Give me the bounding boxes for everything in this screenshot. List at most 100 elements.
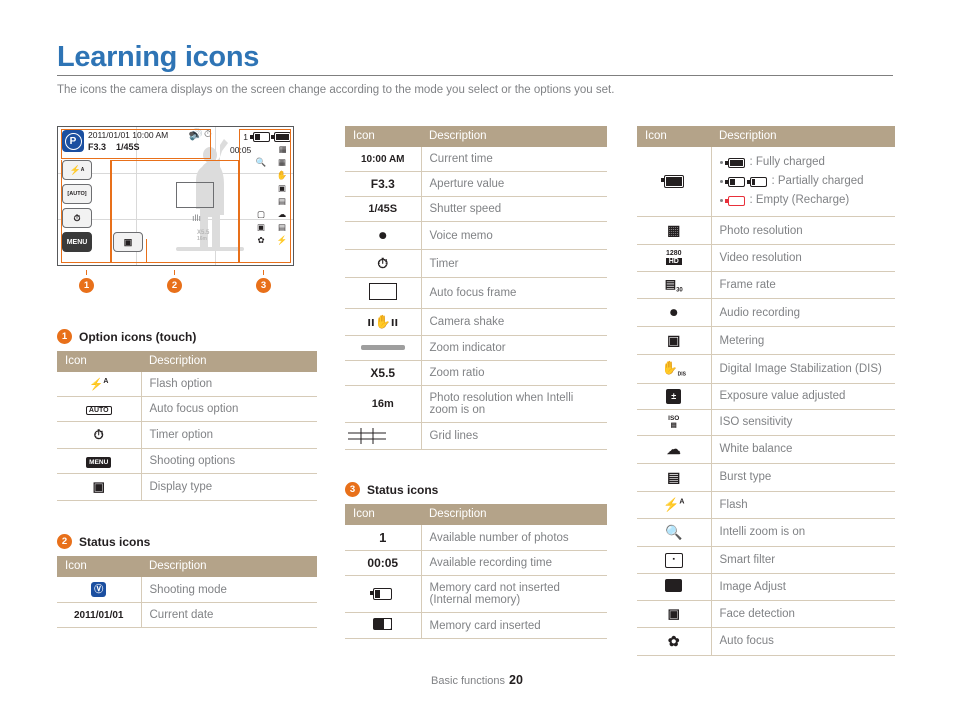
display-type-icon: ▣: [57, 473, 142, 501]
burst-type-icon: ▤: [637, 463, 712, 492]
table-row: ▦ Photo resolution: [637, 216, 895, 245]
flash-icon: ⚡A: [637, 491, 712, 519]
photo-resolution-icon: ▦: [637, 216, 712, 245]
table-row: ⏺ Audio recording: [637, 298, 895, 328]
table-row: 🔍 Intelli zoom is on: [637, 518, 895, 547]
row-description: Auto focus: [711, 627, 895, 656]
battery-empty-icon: [724, 195, 745, 206]
battery-full-icon: [724, 157, 745, 168]
row-description: Frame rate: [711, 271, 895, 300]
column-header-icon: Icon: [637, 126, 711, 147]
column-header-icon: Icon: [345, 126, 421, 147]
iso-icon: ISO ▤: [637, 409, 712, 436]
row-description: Available recording time: [421, 550, 607, 576]
table-row: F3.3 Aperture value: [345, 171, 607, 197]
column-header-description: Description: [421, 504, 607, 525]
diagram-marker-3: 3: [256, 270, 271, 293]
row-description: White balance: [711, 435, 895, 464]
table-row: ISO ▤ ISO sensitivity: [637, 409, 895, 436]
table-row: 1280 HD Video resolution: [637, 244, 895, 272]
diagram-markers: 1 2 3: [57, 270, 294, 293]
grid-lines-icon: [345, 422, 422, 450]
column-header-icon: Icon: [345, 504, 421, 525]
table-row: ▣ Display type: [57, 473, 317, 501]
audio-recording-icon: ⏺: [637, 298, 712, 328]
row-description: Digital Image Stabilization (DIS): [711, 354, 895, 384]
photos-count-text: 1: [345, 525, 422, 551]
battery-partial-icon: [724, 176, 745, 187]
list-item: : Fully charged: [719, 153, 888, 172]
diagram-marker-1: 1: [79, 270, 94, 293]
row-description: Zoom ratio: [421, 360, 607, 386]
row-description: Timer: [421, 249, 607, 278]
internal-memory-icon: [345, 575, 422, 613]
row-description: Audio recording: [711, 298, 895, 328]
zoom-indicator-icon: [345, 335, 422, 361]
table-row: ⚡A Flash option: [57, 372, 317, 397]
column-header-description: Description: [141, 351, 317, 372]
table-row: Memory card inserted: [345, 612, 607, 639]
recording-time-text: 00:05: [345, 550, 422, 576]
status-icons-3-table: Icon Description 1 Available number of p…: [345, 504, 607, 639]
section-status-icons-3: 3 Status icons Icon Description 1 Availa…: [345, 482, 607, 639]
table-row: MENU Shooting options: [57, 448, 317, 474]
image-adjust-icon: [637, 573, 712, 601]
manual-page: Learning icons The icons the camera disp…: [0, 0, 954, 720]
current-time-text: 10:00 AM: [345, 147, 422, 172]
auto-focus-frame-icon: [345, 277, 422, 309]
video-resolution-icon: 1280 HD: [637, 244, 712, 272]
column-header-description: Description: [141, 556, 317, 577]
table-row: ± Exposure value adjusted: [637, 383, 895, 410]
table-row: ▣ Metering: [637, 326, 895, 356]
section-2-caption: 2 Status icons: [57, 534, 317, 549]
table-row: ıı✋ıı Camera shake: [345, 308, 607, 336]
row-description: Exposure value adjusted: [711, 383, 895, 410]
section-number-2: 2: [57, 534, 72, 549]
table-row: 16m Photo resolution when Intelli zoom i…: [345, 385, 607, 423]
zoom-ratio-text: X5.5: [345, 360, 422, 386]
row-description: Flash option: [141, 372, 317, 397]
row-description: Timer option: [141, 421, 317, 449]
callout-box-1-top: [61, 129, 211, 159]
page-footer: Basic functions 20: [0, 673, 954, 687]
table-row: ▣ Face detection: [637, 600, 895, 628]
section-2-title: Status icons: [79, 534, 151, 549]
battery-icon: [637, 147, 712, 217]
row-description: Auto focus option: [141, 396, 317, 422]
frame-rate-icon: ▤30: [637, 271, 712, 300]
row-description: Intelli zoom is on: [711, 518, 895, 547]
intelli-resolution-icon: 16m: [345, 385, 422, 423]
page-number: 20: [509, 673, 523, 687]
right-icons-table: Icon Description : Fully charged: Parti…: [637, 126, 895, 656]
row-description: Grid lines: [421, 422, 607, 450]
section-option-icons: 1 Option icons (touch) Icon Description …: [57, 329, 317, 501]
timer-icon: ⏱: [57, 421, 142, 449]
menu-icon: MENU: [57, 448, 142, 474]
column-header-icon: Icon: [57, 556, 141, 577]
table-header-row: Icon Description: [57, 556, 317, 577]
table-row: AUTO Auto focus option: [57, 396, 317, 422]
table-row: ▤ Burst type: [637, 463, 895, 492]
footer-label: Basic functions: [431, 675, 506, 687]
table-row: ▪ Smart filter: [637, 546, 895, 574]
row-description: Flash: [711, 491, 895, 519]
row-description: Shooting options: [141, 448, 317, 474]
row-description: Photo resolution when Intelli zoom is on: [421, 385, 607, 423]
row-description: Video resolution: [711, 244, 895, 272]
date-text: 2011/01/01: [57, 602, 142, 628]
white-balance-icon: ☁: [637, 435, 712, 464]
column-header-icon: Icon: [57, 351, 141, 372]
table-row: 1 Available number of photos: [345, 525, 607, 551]
row-description: Current date: [141, 602, 317, 628]
row-description: Memory card inserted: [421, 612, 607, 639]
voice-memo-icon: ⏺: [345, 221, 422, 250]
diagram-marker-2: 2: [167, 270, 182, 293]
status-icons-2-table: Icon Description Ⓥ Shooting mode 2011/01…: [57, 556, 317, 628]
section-1-caption: 1 Option icons (touch): [57, 329, 317, 344]
row-description: Photo resolution: [711, 216, 895, 245]
section-number-3: 3: [345, 482, 360, 497]
table-row: ▤30 Frame rate: [637, 271, 895, 300]
row-description: Current time: [421, 147, 607, 172]
middle-icons-table: Icon Description 10:00 AM Current time F…: [345, 126, 607, 450]
metering-icon: ▣: [637, 326, 712, 356]
